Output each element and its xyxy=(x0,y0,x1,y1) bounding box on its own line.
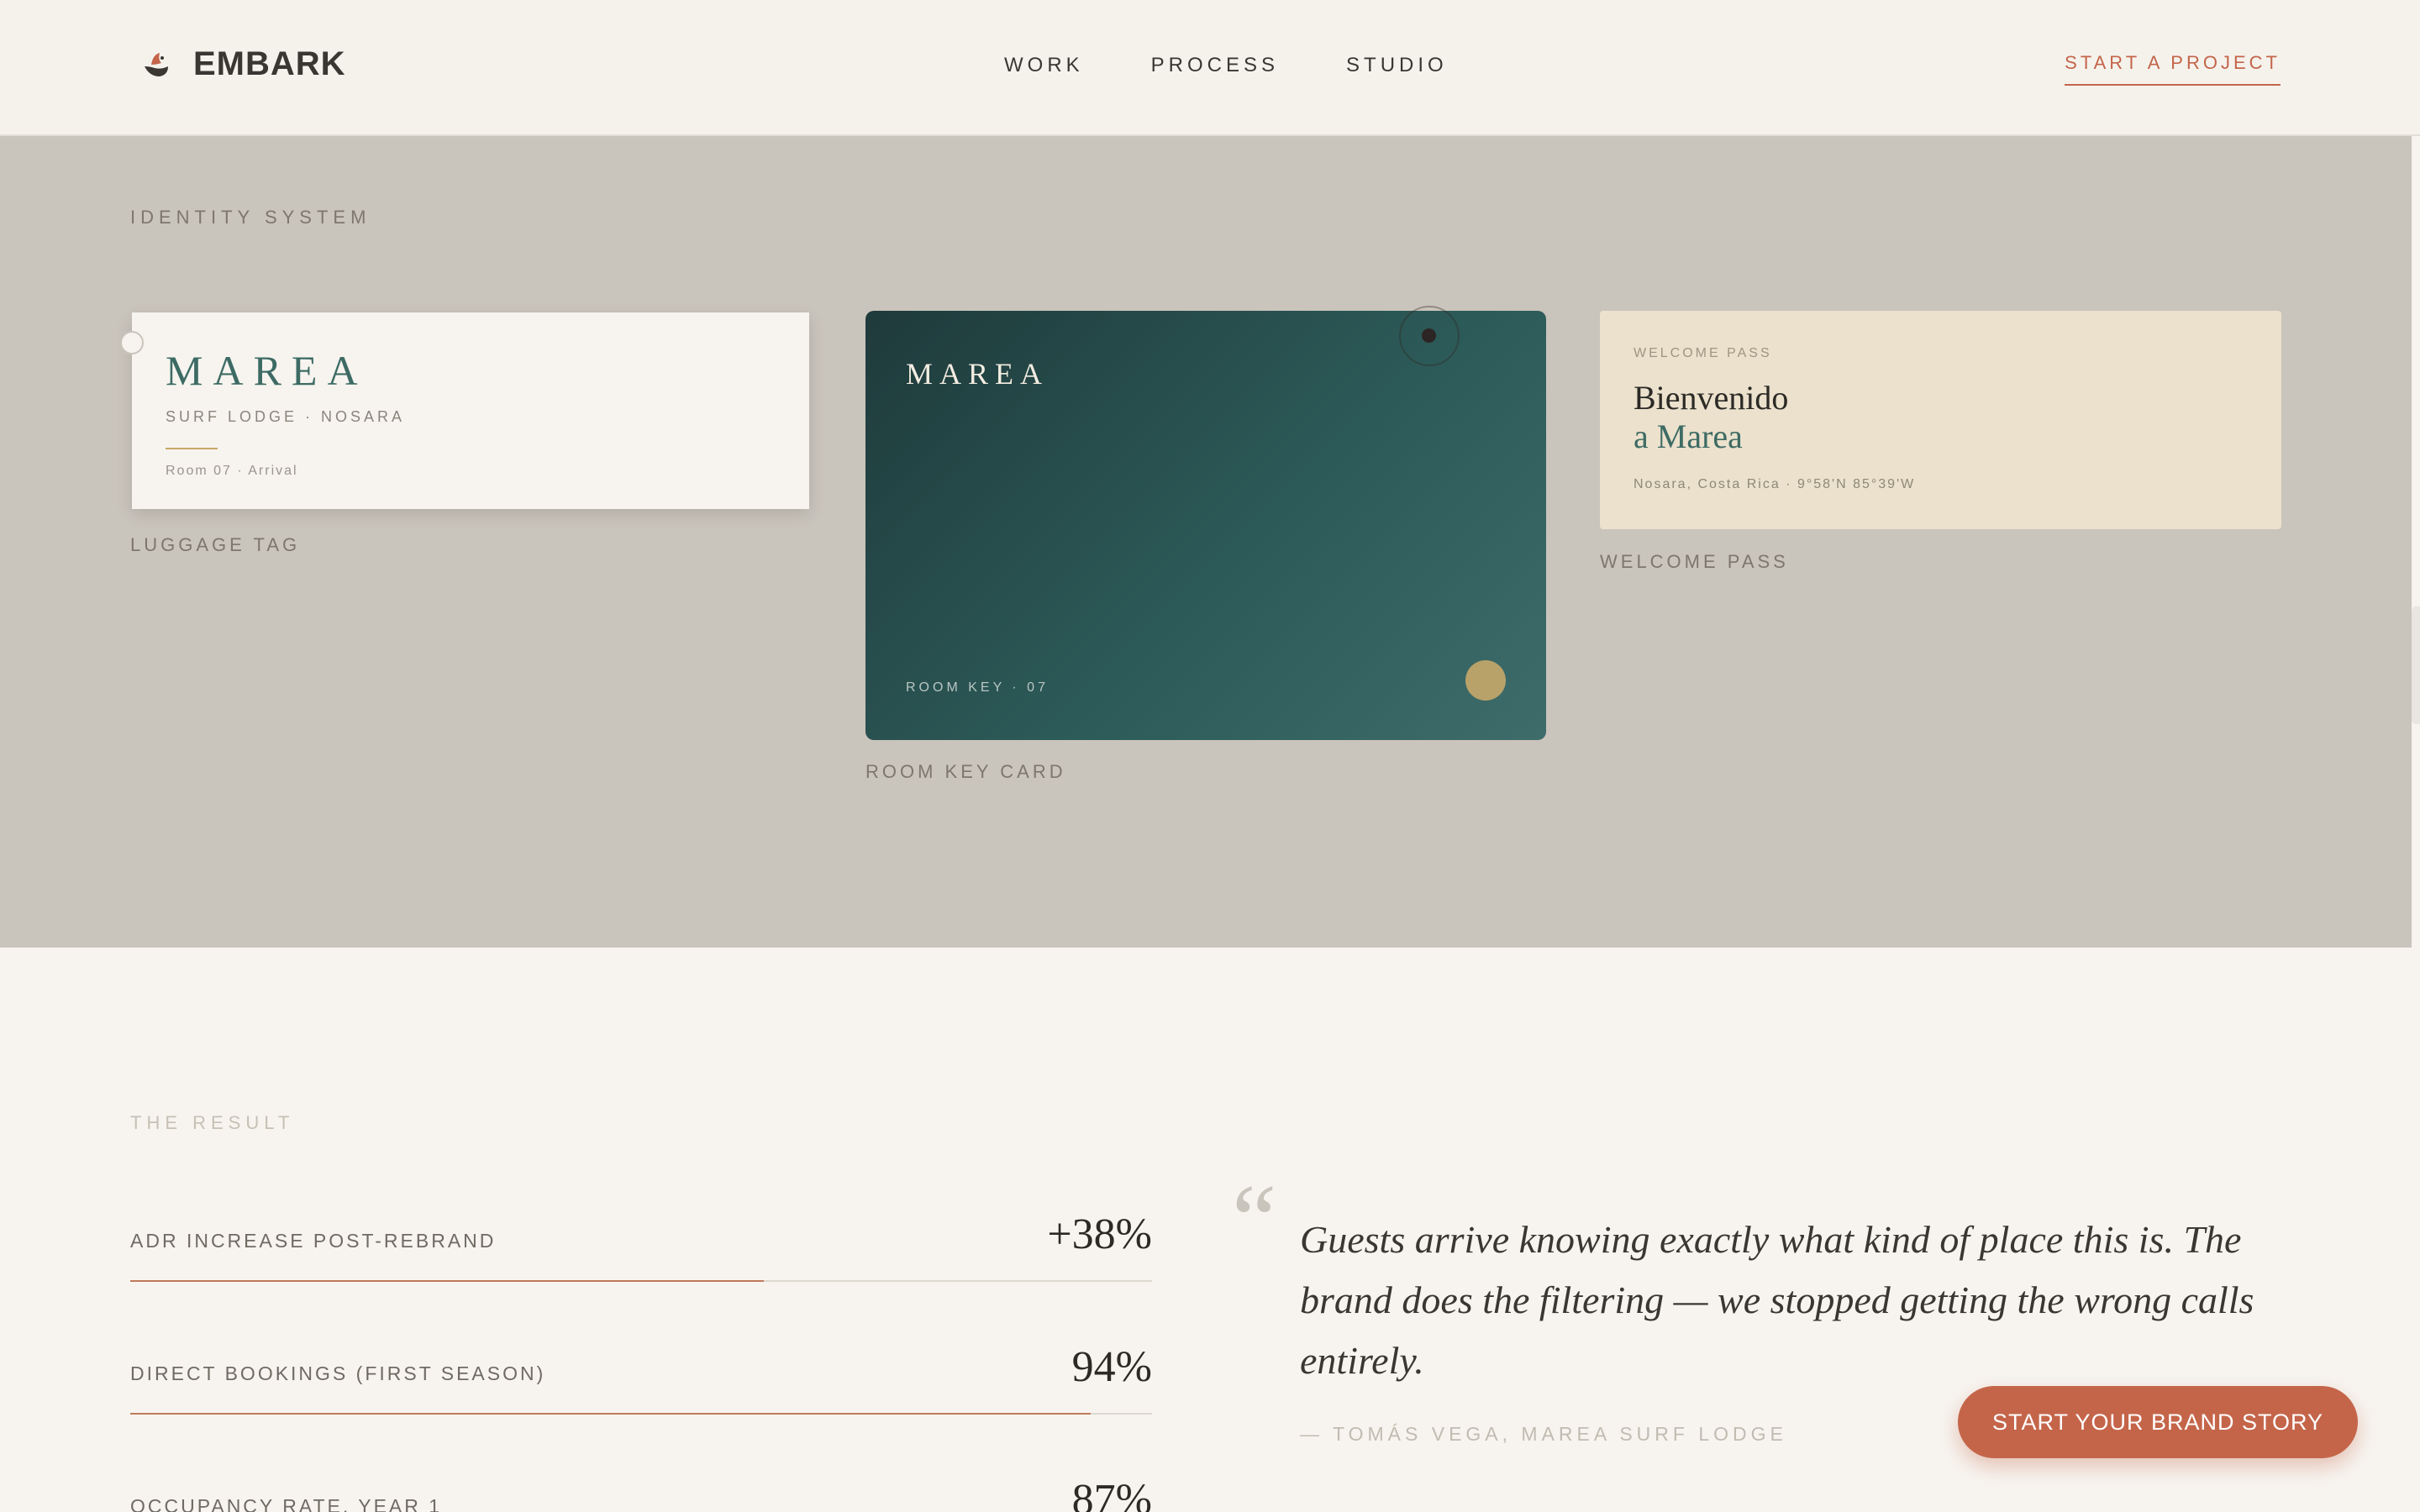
metric-label: DIRECT BOOKINGS (FIRST SEASON) xyxy=(130,1362,546,1384)
metric-value: +38% xyxy=(1047,1210,1152,1258)
quote-mark-icon: “ xyxy=(1232,1163,1277,1275)
nav-work[interactable]: WORK xyxy=(1004,54,1084,77)
pass-heading-accent: a Marea xyxy=(1634,417,1743,455)
brand-logo[interactable]: EMBARK xyxy=(139,45,346,83)
metric-label: OCCUPANCY RATE, YEAR 1 xyxy=(130,1495,443,1512)
custom-cursor-dot xyxy=(1422,328,1436,343)
section-eyebrow: IDENTITY SYSTEM xyxy=(130,207,371,228)
metric-bar-track xyxy=(130,1413,1152,1415)
metric-value: 94% xyxy=(1071,1343,1152,1391)
metric-value: 87% xyxy=(1071,1476,1152,1512)
metric-bar-track xyxy=(130,1280,1152,1282)
identity-system-section: IDENTITY SYSTEM MAREA SURF LODGE · NOSAR… xyxy=(0,136,2412,948)
metric-row: DIRECT BOOKINGS (FIRST SEASON) 94% xyxy=(130,1342,1152,1418)
tag-title: MAREA xyxy=(166,347,368,394)
hand-drawn-bird-icon xyxy=(145,52,168,76)
brand-name: EMBARK xyxy=(193,45,346,82)
metric-row: OCCUPANCY RATE, YEAR 1 87% xyxy=(130,1475,1152,1512)
tag-subtitle: SURF LODGE · NOSARA xyxy=(166,408,406,425)
pass-label: WELCOME PASS xyxy=(1634,346,1772,360)
nav-process[interactable]: PROCESS xyxy=(1151,54,1279,77)
room-key-card: MAREA ROOM KEY · 07 xyxy=(865,311,1546,740)
metric-row: ADR INCREASE POST-REBRAND +38% xyxy=(130,1210,1152,1285)
testimonial-quote: Guests arrive knowing exactly what kind … xyxy=(1300,1218,2254,1382)
key-subtitle: ROOM KEY · 07 xyxy=(906,680,1049,695)
start-brand-story-button[interactable]: START YOUR BRAND STORY xyxy=(1958,1386,2358,1458)
pass-location: Nosara, Costa Rica · 9°58'N 85°39'W xyxy=(1634,477,1916,491)
metric-bar-fill xyxy=(130,1280,764,1282)
key-chip-dot xyxy=(1465,660,1506,701)
divider xyxy=(166,448,218,449)
main-nav: WORK PROCESS STUDIO xyxy=(1004,54,1448,77)
luggage-tag-card: MAREA SURF LODGE · NOSARA Room 07 · Arri… xyxy=(120,312,809,509)
welcome-pass-card: WELCOME PASS Bienvenido a Marea Nosara, … xyxy=(1600,311,2281,529)
welcome-pass-caption: WELCOME PASS xyxy=(1600,551,1789,572)
testimonial-attribution: — TOMÁS VEGA, MAREA SURF LODGE xyxy=(1300,1423,1787,1445)
tag-room: Room 07 · Arrival xyxy=(166,464,298,478)
scrollbar-thumb[interactable] xyxy=(2412,606,2420,724)
tag-hole xyxy=(120,331,144,354)
metric-bar-fill xyxy=(130,1413,1092,1415)
start-project-link[interactable]: START A PROJECT xyxy=(2065,52,2281,86)
luggage-tag-caption: LUGGAGE TAG xyxy=(130,534,301,555)
pass-heading: Bienvenido xyxy=(1634,379,1789,417)
key-title: MAREA xyxy=(906,357,1050,391)
room-key-caption: ROOM KEY CARD xyxy=(865,761,1066,782)
metric-label: ADR INCREASE POST-REBRAND xyxy=(130,1230,497,1252)
site-header: EMBARK WORK PROCESS STUDIO START A PROJE… xyxy=(0,0,2420,136)
nav-studio[interactable]: STUDIO xyxy=(1346,54,1448,77)
results-eyebrow: THE RESULT xyxy=(130,1112,295,1133)
